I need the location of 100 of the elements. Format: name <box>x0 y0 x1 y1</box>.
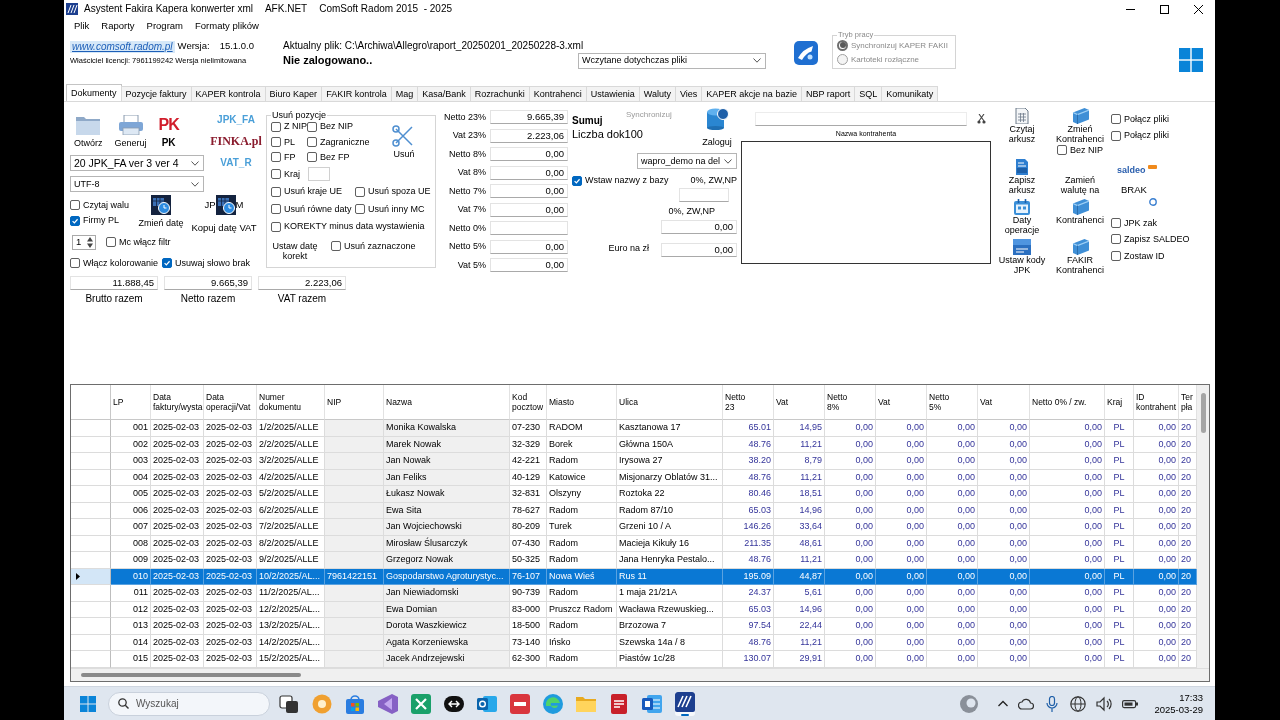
rate-field[interactable]: 0,00 <box>490 239 568 254</box>
action-button[interactable]: FAKIR Kontrahenci <box>1055 239 1105 276</box>
column-header[interactable]: Vat <box>876 385 927 420</box>
column-header[interactable]: Vat <box>774 385 825 420</box>
checkbox[interactable]: Firmy PL <box>70 215 134 226</box>
column-header[interactable]: Netto 0% / zw. <box>1030 385 1105 420</box>
rate-field[interactable]: 0,00 <box>490 184 568 198</box>
column-header[interactable]: Ter pła <box>1179 385 1197 420</box>
search-field[interactable]: Wyszukaj <box>108 691 270 716</box>
checkbox[interactable]: Połącz pliki <box>1111 114 1170 125</box>
scissors-icon[interactable] <box>977 114 986 124</box>
action-button[interactable]: Zmień Kontrahenci <box>1055 108 1105 144</box>
column-header[interactable]: LP <box>111 385 151 420</box>
tab[interactable]: Kontrahenci <box>528 86 587 101</box>
task-view-icon[interactable] <box>279 693 299 714</box>
column-header[interactable]: Netto 23 <box>723 385 774 420</box>
tab[interactable]: NBP raport <box>800 86 856 101</box>
column-header[interactable]: Miasto <box>547 385 617 420</box>
remove-button[interactable]: Usuń <box>392 124 416 160</box>
encoding-dropdown[interactable]: UTF-8 <box>70 176 204 192</box>
change-date-button[interactable]: Zmień datę <box>134 195 188 229</box>
tab[interactable]: SQL <box>854 86 883 101</box>
database-dropdown[interactable]: wapro_demo na del <box>637 153 737 170</box>
column-header[interactable]: Netto 5% <box>927 385 978 420</box>
menu-item[interactable]: Raporty <box>95 21 141 32</box>
menu-item[interactable]: Program <box>140 21 189 32</box>
checkbox[interactable]: PL <box>271 136 307 148</box>
total-field[interactable]: 11.888,45 <box>70 276 158 291</box>
tab[interactable]: Vies <box>675 86 703 101</box>
logo-text[interactable]: saldeo <box>1117 164 1146 176</box>
checkbox[interactable]: Czytaj walu <box>70 200 134 211</box>
table-row[interactable]: 001 2025-02-03 2025-02-03 1/2/2025/ALLE Monika Kowalska 07-230 RADOM Kasztanowa 17 65.01 14,95 0,00 0,00 0,00 0,00 0,00 PL 0,00 20 <box>71 420 1197 437</box>
tab[interactable]: Kasa/Bank <box>417 86 471 101</box>
minus-tile-icon[interactable] <box>510 693 530 714</box>
tab[interactable]: Rozrachunki <box>469 86 530 101</box>
column-header[interactable]: Ulica <box>617 385 723 420</box>
table-row[interactable]: 007 2025-02-03 2025-02-03 7/2/2025/ALLE Jan Wojciechowski 80-209 Turek Grzeni 10 / A 146.26 33,64 0,00 0,00 0,00 0,00 0,00 PL 0,00 20 <box>71 519 1197 536</box>
menu-item[interactable]: Plik <box>68 21 96 32</box>
login-button[interactable]: Zaloguj <box>697 108 737 148</box>
checkbox[interactable]: Zostaw ID <box>1111 250 1165 261</box>
table-row[interactable]: 011 2025-02-03 2025-02-03 11/2/2025/AL... Jan Niewiadomski 90-739 Radom 1 maja 21/21A 24.37 5,61 0,00 0,00 0,00 0,00 0,00 PL 0,00 20 <box>71 585 1197 602</box>
document-app-icon[interactable] <box>609 693 629 714</box>
action-button[interactable]: Zamień walutę na <box>1055 159 1105 196</box>
month-spinner[interactable]: 1 <box>72 234 96 250</box>
checkbox[interactable]: KOREKTY minus data wystawienia <box>271 221 425 232</box>
copy-vat-date-button[interactable]: Kopuj datę VAT <box>191 223 257 234</box>
arrows-app-icon[interactable] <box>444 693 464 714</box>
tab[interactable]: FAKIR kontrola <box>321 86 392 101</box>
checkbox[interactable]: Usuń zaznaczone <box>331 240 416 252</box>
checkbox[interactable]: FP <box>271 152 307 163</box>
column-header[interactable]: Data operacji/Vat <box>204 385 257 420</box>
checkbox[interactable]: Bez NIP <box>307 121 377 132</box>
files-dropdown[interactable]: Wczytane dotychczas pliki <box>578 52 766 69</box>
jpk-button[interactable]: JP M <box>204 195 244 215</box>
table-row[interactable]: 013 2025-02-03 2025-02-03 13/2/2025/AL... Dorota Waszkiewicz 18-500 Radom Brzozowa 7 97.54 22,44 0,00 0,00 0,00 0,00 0,00 PL 0,00 20 <box>71 618 1197 635</box>
scrollbar-thumb[interactable] <box>81 672 301 677</box>
store-bag-icon[interactable] <box>345 693 365 714</box>
checkbox[interactable]: Bez FP <box>307 152 377 163</box>
country-field[interactable] <box>308 167 330 182</box>
clock-time[interactable]: 17:33 <box>1179 691 1203 704</box>
checkbox[interactable]: JPK zak <box>1111 217 1157 229</box>
table-row[interactable]: 005 2025-02-03 2025-02-03 5/2/2025/ALLE Łukasz Nowak 32-831 Olszyny Roztoka 22 80.46 18,51 0,00 0,00 0,00 0,00 0,00 PL 0,00 20 <box>71 486 1197 503</box>
table-row[interactable]: 015 2025-02-03 2025-02-03 15/2/2025/AL... Jacek Andrzejewski 62-300 Radom Piastów 1c/28 130.07 29,91 0,00 0,00 0,00 0,00 0,00 PL 0,00 20 <box>71 651 1197 668</box>
checkbox[interactable]: Wstaw nazwy z bazy <box>572 175 669 186</box>
column-header[interactable]: Nazwa <box>384 385 510 420</box>
mail-app-icon[interactable] <box>477 693 497 714</box>
action-button[interactable]: Ustaw kody JPK <box>997 239 1047 276</box>
start-icon[interactable] <box>80 695 96 712</box>
rate-field[interactable]: 0,00 <box>490 258 568 272</box>
column-header[interactable]: ID kontrahent <box>1134 385 1179 420</box>
tab[interactable]: KAPER akcje na bazie <box>701 86 802 101</box>
column-header[interactable]: Kod pocztow <box>510 385 547 420</box>
column-header[interactable]: Numer dokumentu <box>257 385 325 420</box>
checkbox[interactable]: Mc włącz filtr <box>106 237 171 248</box>
checkbox[interactable]: Z NIP <box>271 121 307 132</box>
menu-item[interactable]: Formaty plików <box>189 21 265 32</box>
vertical-scrollbar[interactable] <box>1197 385 1209 668</box>
action-button[interactable]: Zapisz arkusz <box>997 159 1047 196</box>
table-row[interactable]: 003 2025-02-03 2025-02-03 3/2/2025/ALLE Jan Nowak 42-221 Radom Irysowa 27 38.20 8,79 0,00 0,00 0,00 0,00 0,00 PL 0,00 20 <box>71 453 1197 470</box>
globe-icon[interactable] <box>1070 695 1087 712</box>
action-button[interactable]: Czytaj arkusz <box>997 108 1047 144</box>
tab[interactable]: Komunikaty <box>881 86 939 101</box>
action-button[interactable]: Daty operacje <box>997 199 1047 236</box>
checkbox[interactable]: Bez NIP <box>1057 145 1103 156</box>
speaker-icon[interactable] <box>1096 695 1113 712</box>
checkbox[interactable]: Włącz kolorowanie <box>70 257 159 269</box>
set-correction-date-button[interactable]: Ustaw datę korekt <box>271 240 319 262</box>
checkbox[interactable]: Usuń spoza UE <box>355 186 431 197</box>
checkbox[interactable]: Usuń kraje UE <box>271 186 343 197</box>
logo-button[interactable]: FINKA.pl <box>210 134 262 149</box>
column-header[interactable]: Data faktury/wysta <box>151 385 204 420</box>
cross-tile-icon[interactable] <box>411 693 431 714</box>
tab[interactable]: KAPER kontrola <box>190 86 266 101</box>
generate-button[interactable]: Generuj <box>114 114 147 148</box>
checkbox[interactable]: Zagraniczne <box>307 136 377 148</box>
tool-icon[interactable] <box>794 41 818 65</box>
chevron-up-icon[interactable] <box>998 700 1009 707</box>
checkbox[interactable]: Połącz pliki <box>1111 130 1170 141</box>
checkbox[interactable]: Kraj <box>271 169 300 180</box>
tab[interactable]: Mag <box>390 86 419 101</box>
